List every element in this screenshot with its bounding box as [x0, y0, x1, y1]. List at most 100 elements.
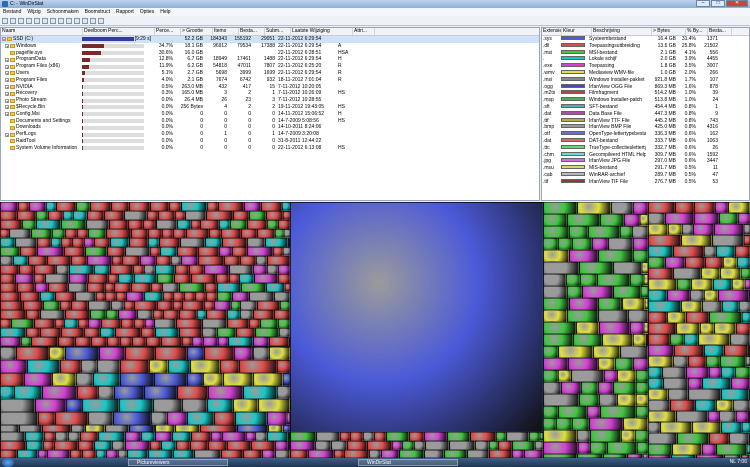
- ext-row[interactable]: .sft SFT-bestand 454.4 MB 0.8% 1: [542, 103, 749, 111]
- treemap-file-block[interactable]: [243, 450, 262, 458]
- ext-row[interactable]: .tif IrfanView TIF File 276.7 MB 0.5% 53: [542, 178, 749, 186]
- ext-row[interactable]: .sys Systeembestand 16.4 GB 31.4% 1371: [542, 36, 749, 43]
- dir-row[interactable]: + Config.Msi 0.0% 0 0 0 0 14-11-2012 15:06:52 H: [1, 111, 539, 118]
- treemap-file-block[interactable]: [716, 444, 748, 455]
- treemap-file-block[interactable]: [67, 283, 88, 292]
- ext-row[interactable]: .dll Toepassingsuitbreiding 13.5 GB 25.8% 21…: [542, 42, 749, 50]
- treemap-file-block[interactable]: [648, 345, 675, 356]
- treemap-file-block[interactable]: [669, 400, 695, 411]
- treemap-file-block[interactable]: [17, 202, 29, 211]
- treemap-file-block[interactable]: [107, 247, 126, 256]
- treemap-file-block[interactable]: [156, 256, 172, 265]
- treemap-file-block[interactable]: [275, 229, 285, 238]
- menu-bestand[interactable]: Bestand: [0, 8, 24, 16]
- treemap-file-block[interactable]: [185, 211, 207, 220]
- treemap-file-block[interactable]: [75, 202, 91, 211]
- treemap-file-block[interactable]: [648, 356, 674, 367]
- treemap-file-block[interactable]: [582, 286, 614, 298]
- treemap-file-block[interactable]: [680, 235, 713, 246]
- treemap-file-block[interactable]: [114, 386, 145, 399]
- treemap-file-block[interactable]: [694, 213, 719, 224]
- treemap-file-block[interactable]: [0, 238, 16, 247]
- treemap-file-block[interactable]: [637, 442, 648, 454]
- treemap-file-block[interactable]: [124, 211, 147, 220]
- treemap-file-block[interactable]: [597, 310, 629, 322]
- treemap-file-block[interactable]: [715, 400, 734, 411]
- treemap-file-block[interactable]: [176, 220, 191, 229]
- treemap-file-block[interactable]: [543, 418, 557, 430]
- treemap-file-block[interactable]: [116, 292, 127, 301]
- treemap-file-block[interactable]: [260, 319, 279, 328]
- treemap-file-block[interactable]: [268, 337, 290, 346]
- treemap-file-block[interactable]: [177, 247, 199, 256]
- dir-row[interactable]: Downloads 0.0% 0 0 0 0 14-10-2011 8:24:06: [1, 124, 539, 131]
- treemap-file-block[interactable]: [244, 202, 261, 211]
- treemap-file-block[interactable]: [155, 347, 188, 360]
- treemap-file-block[interactable]: [87, 283, 106, 292]
- treemap-file-block[interactable]: [131, 283, 152, 292]
- treemap-file-block[interactable]: [602, 334, 634, 346]
- expand-toggle-icon[interactable]: +: [5, 64, 9, 69]
- treemap-file-block[interactable]: [234, 412, 268, 425]
- treemap-file-block[interactable]: [173, 274, 191, 283]
- treemap-file-block[interactable]: [229, 265, 253, 274]
- treemap-file-block[interactable]: [613, 382, 636, 394]
- treemap-file-block[interactable]: [192, 337, 204, 346]
- treemap-file-block[interactable]: [217, 283, 242, 292]
- treemap-file-block[interactable]: [106, 229, 131, 238]
- dir-column-header[interactable]: Subm...: [265, 28, 291, 35]
- treemap-file-block[interactable]: [543, 262, 579, 274]
- treemap-file-block[interactable]: [71, 238, 85, 247]
- dir-row[interactable]: − SSD (C:) [9:29 s] 52.2 GB 184343 155192 2905…: [1, 36, 539, 43]
- treemap-file-block[interactable]: [0, 425, 20, 432]
- treemap-file-block[interactable]: [124, 347, 156, 360]
- treemap-file-block[interactable]: [17, 211, 36, 220]
- treemap-file-block[interactable]: [185, 229, 209, 238]
- taskbar-item-pictureviewers[interactable]: Pictureviewers: [128, 459, 228, 466]
- treemap-file-block[interactable]: [733, 400, 750, 411]
- treemap-file-block[interactable]: [63, 319, 79, 328]
- treemap-file-block[interactable]: [134, 301, 158, 310]
- treemap-file-block[interactable]: [723, 345, 748, 356]
- dir-column-header[interactable]: > Grootte: [181, 28, 213, 35]
- treemap-file-block[interactable]: [144, 319, 155, 328]
- treemap-file-block[interactable]: [402, 441, 414, 450]
- treemap-file-block[interactable]: [660, 422, 693, 433]
- treemap-file-block[interactable]: [423, 450, 445, 458]
- treemap-file-block[interactable]: [128, 202, 150, 211]
- treemap-file-block[interactable]: [172, 432, 191, 441]
- treemap-file-block[interactable]: [81, 399, 119, 412]
- treemap-file-block[interactable]: [676, 411, 708, 422]
- treemap-file-block[interactable]: [149, 202, 169, 211]
- treemap-file-block[interactable]: [25, 310, 41, 319]
- dir-row[interactable]: RaidTool 0.0% 0 0 0 0 31-8-2011 12:44:22: [1, 138, 539, 145]
- expand-toggle-icon[interactable]: +: [5, 78, 9, 83]
- treemap-file-block[interactable]: [675, 202, 694, 213]
- treemap-file-block[interactable]: [97, 386, 115, 399]
- maximize-button[interactable]: □: [711, 0, 725, 7]
- treemap-file-block[interactable]: [0, 247, 21, 256]
- treemap-file-block[interactable]: [543, 358, 569, 370]
- ext-row[interactable]: .msi MSI-bestand 2.1 GB 4.1% 556: [542, 49, 749, 57]
- treemap-file-block[interactable]: [0, 319, 12, 328]
- treemap-file-block[interactable]: [104, 211, 124, 220]
- treemap-file-block[interactable]: [600, 214, 624, 226]
- treemap-file-block[interactable]: [205, 283, 218, 292]
- treemap-file-block[interactable]: [26, 328, 40, 337]
- treemap-file-block[interactable]: [366, 441, 392, 450]
- treemap-file-block[interactable]: [633, 250, 648, 262]
- treemap-file-block[interactable]: [543, 430, 577, 442]
- treemap-file-block[interactable]: [543, 382, 562, 394]
- dir-row[interactable]: + ProgramData 12.8% 6.7 GB 18949 17461 1488 22-…: [1, 56, 539, 63]
- treemap-file-block[interactable]: [120, 337, 132, 346]
- treemap-file-block[interactable]: [247, 238, 266, 247]
- treemap-file-block[interactable]: [0, 220, 23, 229]
- treemap-file-block[interactable]: [31, 229, 53, 238]
- treemap-file-block[interactable]: [74, 292, 96, 301]
- treemap-file-block[interactable]: [667, 312, 686, 323]
- treemap-file-block[interactable]: [662, 367, 687, 378]
- treemap-file-block[interactable]: [226, 310, 241, 319]
- treemap-file-block[interactable]: [543, 442, 579, 454]
- ext-row[interactable]: .exe Toepassing 1.8 GB 3.5% 3007: [542, 63, 749, 70]
- treemap-file-block[interactable]: [139, 256, 157, 265]
